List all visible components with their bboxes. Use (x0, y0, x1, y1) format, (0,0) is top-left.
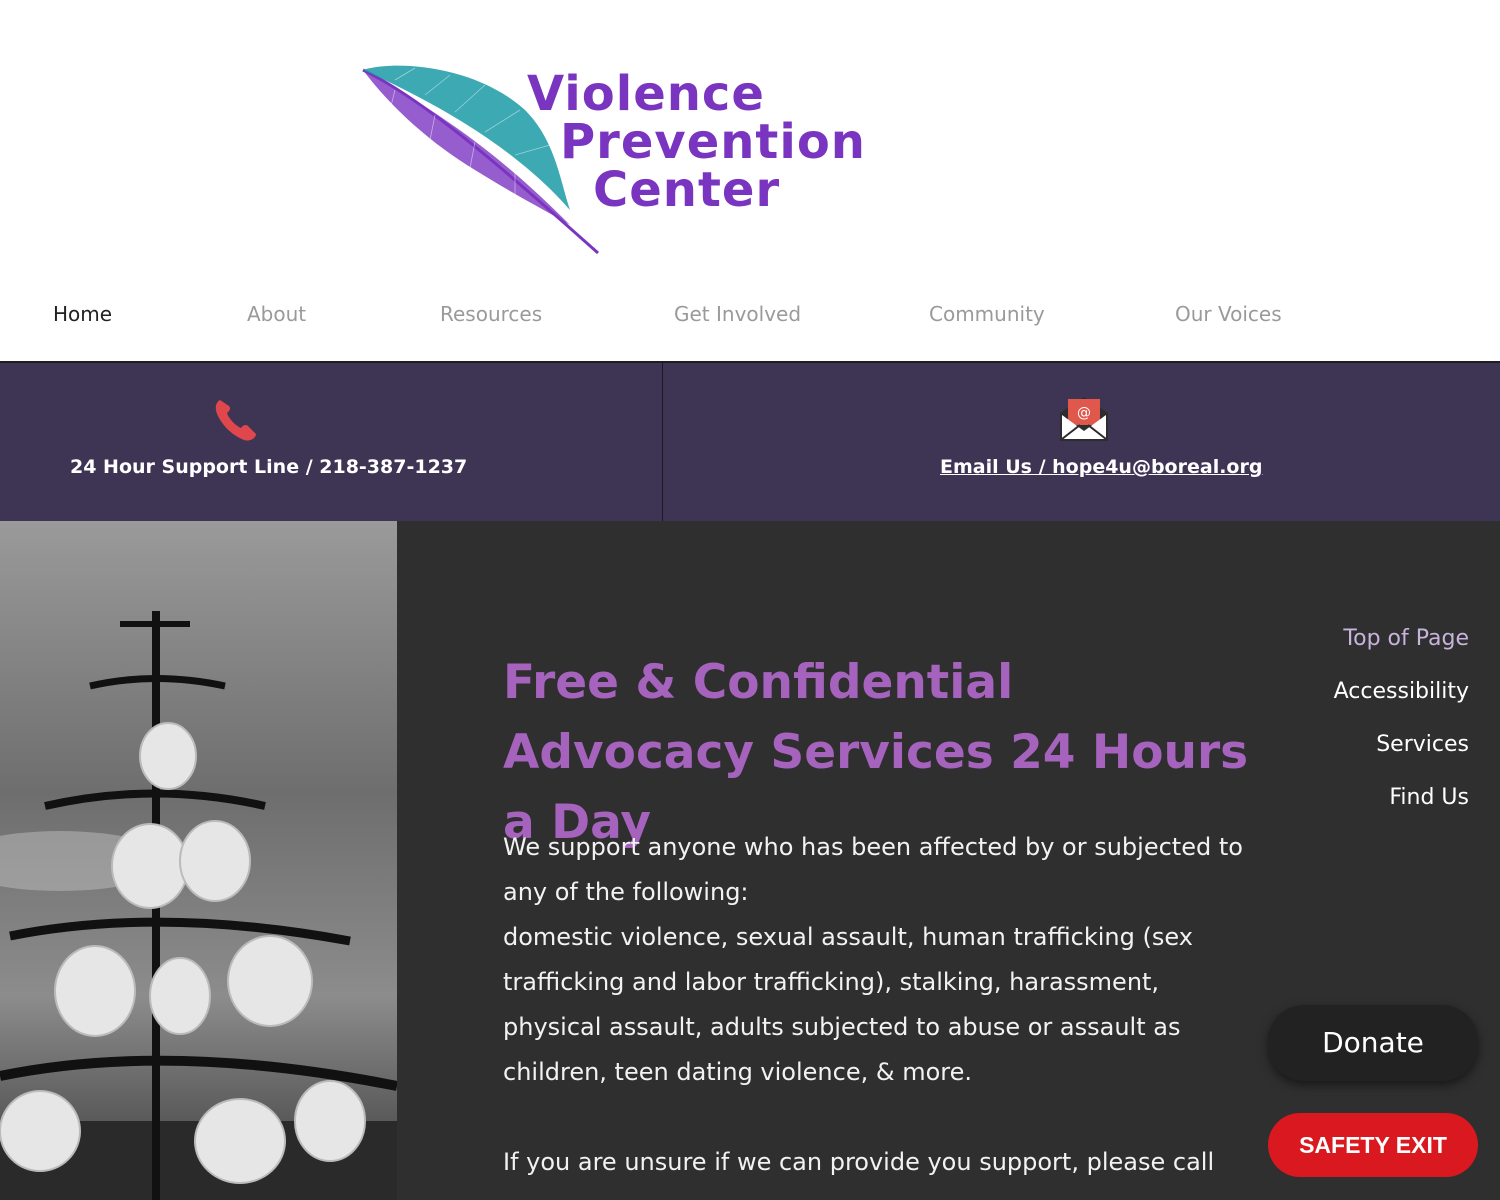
intro-paragraph: We support anyone who has been affected … (503, 825, 1243, 1095)
nav-our-voices[interactable]: Our Voices (1175, 302, 1282, 326)
side-link-services[interactable]: Services (1334, 718, 1469, 771)
intro-text: We support anyone who has been affected … (503, 833, 1243, 906)
site-logo[interactable]: Violence Prevention Center (355, 60, 865, 260)
nav-resources[interactable]: Resources (440, 302, 542, 326)
logo-word-prevention: Prevention (560, 114, 866, 170)
services-list-text: domestic violence, sexual assault, human… (503, 923, 1193, 1086)
support-line-text[interactable]: 24 Hour Support Line / 218-387-1237 (70, 456, 467, 478)
nav-about[interactable]: About (247, 302, 306, 326)
band-divider (662, 363, 663, 521)
donate-button[interactable]: Donate (1268, 1005, 1478, 1081)
side-nav: Top of Page Accessibility Services Find … (1334, 612, 1469, 824)
email-link[interactable]: Email Us / hope4u@boreal.org (940, 456, 1262, 478)
site-header: Violence Prevention Center (0, 0, 1500, 280)
main-nav: Home About Resources Get Involved Commun… (0, 290, 1500, 340)
envelope-icon[interactable]: @ (1058, 393, 1110, 443)
logo-word-center: Center (593, 162, 781, 218)
contact-band (0, 363, 1500, 521)
phone-icon[interactable] (212, 396, 258, 442)
support-paragraph: If you are unsure if we can provide you … (503, 1148, 1215, 1176)
logo-word-violence: Violence (527, 66, 765, 122)
nav-home[interactable]: Home (53, 302, 112, 326)
nav-community[interactable]: Community (929, 302, 1045, 326)
side-link-top-of-page[interactable]: Top of Page (1334, 612, 1469, 665)
memorial-tree-photo (0, 521, 397, 1200)
side-link-accessibility[interactable]: Accessibility (1334, 665, 1469, 718)
nav-get-involved[interactable]: Get Involved (674, 302, 801, 326)
safety-exit-button[interactable]: SAFETY EXIT (1268, 1113, 1478, 1177)
side-link-find-us[interactable]: Find Us (1334, 771, 1469, 824)
svg-text:@: @ (1077, 405, 1091, 421)
